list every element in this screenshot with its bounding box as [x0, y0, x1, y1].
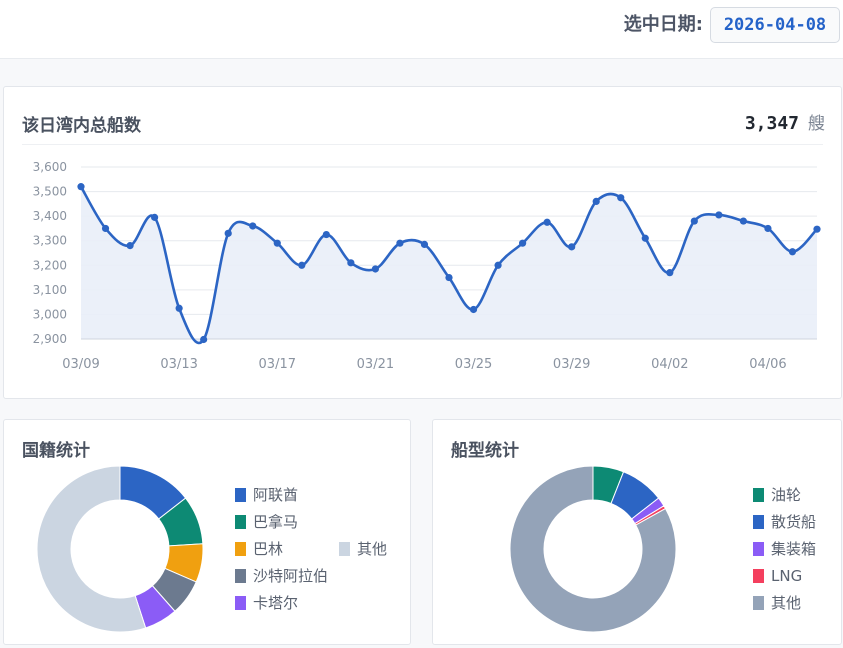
- legend-label: 巴拿马: [253, 513, 299, 531]
- data-point[interactable]: [813, 225, 821, 233]
- data-point[interactable]: [469, 305, 478, 314]
- x-tick-label: 04/02: [651, 357, 688, 372]
- legend-swatch: [235, 542, 246, 556]
- x-tick-label: 03/09: [62, 357, 99, 372]
- legend-label: 其他: [357, 540, 388, 558]
- legend-item[interactable]: LNG: [753, 567, 802, 585]
- data-point[interactable]: [151, 213, 159, 221]
- data-point[interactable]: [298, 261, 306, 269]
- y-tick-label: 3,100: [33, 283, 67, 297]
- legend-item[interactable]: 其他: [339, 540, 387, 558]
- data-point[interactable]: [420, 240, 429, 248]
- legend-swatch: [753, 596, 764, 610]
- legend-swatch: [753, 569, 764, 583]
- data-point[interactable]: [445, 273, 453, 282]
- legend-item[interactable]: 集装箱: [753, 540, 816, 558]
- legend-label: 散货船: [771, 513, 817, 531]
- legend-item[interactable]: 巴林: [235, 540, 283, 558]
- data-point[interactable]: [249, 222, 257, 230]
- data-point[interactable]: [568, 243, 576, 251]
- data-point[interactable]: [371, 265, 379, 273]
- data-point[interactable]: [543, 218, 551, 226]
- legend-item[interactable]: 卡塔尔: [235, 594, 298, 612]
- legend-label: 油轮: [771, 486, 802, 504]
- nationality-panel: 国籍统计 阿联酋 巴拿马 巴林 沙特阿拉伯 卡塔尔 其他: [3, 419, 411, 645]
- legend-swatch: [753, 515, 764, 529]
- x-tick-label: 04/06: [749, 357, 786, 372]
- data-point[interactable]: [77, 183, 85, 191]
- data-point[interactable]: [690, 217, 698, 225]
- nationality-donut-chart: [36, 465, 204, 633]
- data-point[interactable]: [273, 239, 281, 247]
- x-tick-label: 03/17: [259, 357, 296, 372]
- data-point[interactable]: [641, 234, 649, 242]
- legend-label: 集装箱: [771, 540, 817, 558]
- x-tick-label: 03/21: [357, 357, 394, 372]
- data-point[interactable]: [322, 230, 330, 239]
- date-picker[interactable]: 2026-04-08: [710, 7, 840, 43]
- legend-swatch: [235, 596, 246, 610]
- legend-label: 巴林: [253, 540, 284, 558]
- legend-item[interactable]: 油轮: [753, 486, 801, 504]
- data-point[interactable]: [764, 224, 772, 233]
- legend-label: 沙特阿拉伯: [253, 567, 329, 585]
- line-chart: 2,900 3,000 3,100 3,200 3,300 3,400 3,500 3,600…: [33, 160, 821, 372]
- top-bar: 选中日期: 2026-04-08: [0, 0, 843, 59]
- y-tick-label: 3,300: [33, 234, 67, 248]
- data-point[interactable]: [396, 239, 404, 247]
- data-point[interactable]: [200, 335, 208, 344]
- ship-type-panel: 船型统计 油轮 散货船 集装箱 LNG 其他: [432, 419, 842, 645]
- legend-item[interactable]: 散货船: [753, 513, 816, 531]
- x-tick-label: 03/25: [455, 357, 492, 372]
- legend-item[interactable]: 巴拿马: [235, 513, 298, 531]
- legend-item[interactable]: 沙特阿拉伯: [235, 567, 328, 585]
- x-tick-label: 03/13: [160, 357, 197, 372]
- date-label: 选中日期:: [623, 14, 703, 35]
- data-point[interactable]: [175, 304, 183, 312]
- total-ships-panel: 该日湾内总船数 3,347 艘 2,900 3,000 3,100 3,200 3,30…: [3, 86, 842, 399]
- data-point[interactable]: [347, 259, 355, 267]
- legend-swatch: [753, 542, 764, 556]
- legend-label: 其他: [771, 594, 802, 612]
- legend-label: 卡塔尔: [253, 594, 299, 612]
- legend-label: 阿联酋: [253, 486, 299, 504]
- legend-swatch: [235, 488, 246, 502]
- y-tick-label: 3,000: [33, 307, 67, 321]
- data-point[interactable]: [666, 269, 674, 277]
- legend-item[interactable]: 阿联酋: [235, 486, 298, 504]
- data-point[interactable]: [126, 242, 134, 250]
- data-point[interactable]: [788, 248, 797, 256]
- y-tick-label: 3,200: [33, 258, 67, 272]
- legend-swatch: [235, 569, 246, 583]
- data-point[interactable]: [715, 211, 723, 219]
- legend-item[interactable]: 其他: [753, 594, 801, 612]
- data-point[interactable]: [224, 229, 232, 237]
- data-point[interactable]: [519, 239, 527, 247]
- y-tick-label: 3,400: [33, 209, 67, 223]
- x-tick-label: 03/29: [553, 357, 590, 372]
- y-tick-label: 3,500: [33, 185, 67, 199]
- y-tick-label: 3,600: [33, 160, 67, 174]
- y-tick-label: 2,900: [33, 332, 67, 346]
- data-point[interactable]: [617, 194, 625, 202]
- data-point[interactable]: [101, 224, 110, 233]
- legend-label: LNG: [771, 567, 803, 585]
- data-point[interactable]: [592, 197, 600, 205]
- legend-swatch: [339, 542, 350, 556]
- data-point[interactable]: [739, 217, 748, 225]
- legend-swatch: [753, 488, 764, 502]
- data-point[interactable]: [494, 261, 502, 269]
- legend-swatch: [235, 515, 246, 529]
